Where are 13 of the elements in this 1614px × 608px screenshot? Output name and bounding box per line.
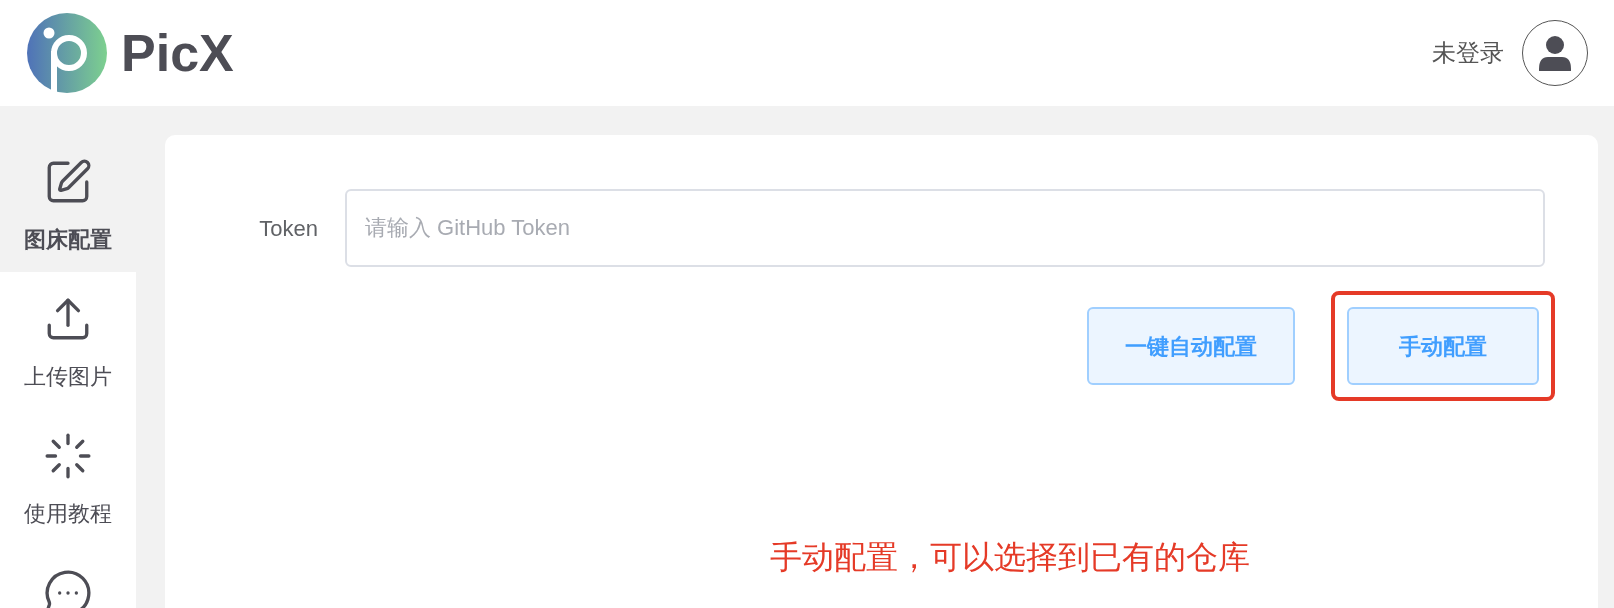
- sidebar-item[interactable]: 使用教程: [0, 409, 136, 546]
- chat-bubble-icon: [43, 568, 93, 608]
- login-status: 未登录: [1432, 38, 1504, 68]
- token-label: Token: [258, 214, 318, 243]
- token-input[interactable]: 请输入 GitHub Token: [345, 189, 1545, 267]
- sidebar-label: 上传图片: [24, 363, 112, 391]
- spinner-icon: [43, 431, 93, 481]
- app-name: PicX: [121, 27, 234, 79]
- annotation-text: 手动配置，可以选择到已有的仓库: [770, 538, 1250, 577]
- sidebar-label: 使用教程: [24, 500, 112, 528]
- sidebar-item[interactable]: 上传图片: [0, 272, 136, 409]
- sidebar-label: 图床配置: [24, 226, 112, 254]
- logo-icon: [27, 13, 107, 93]
